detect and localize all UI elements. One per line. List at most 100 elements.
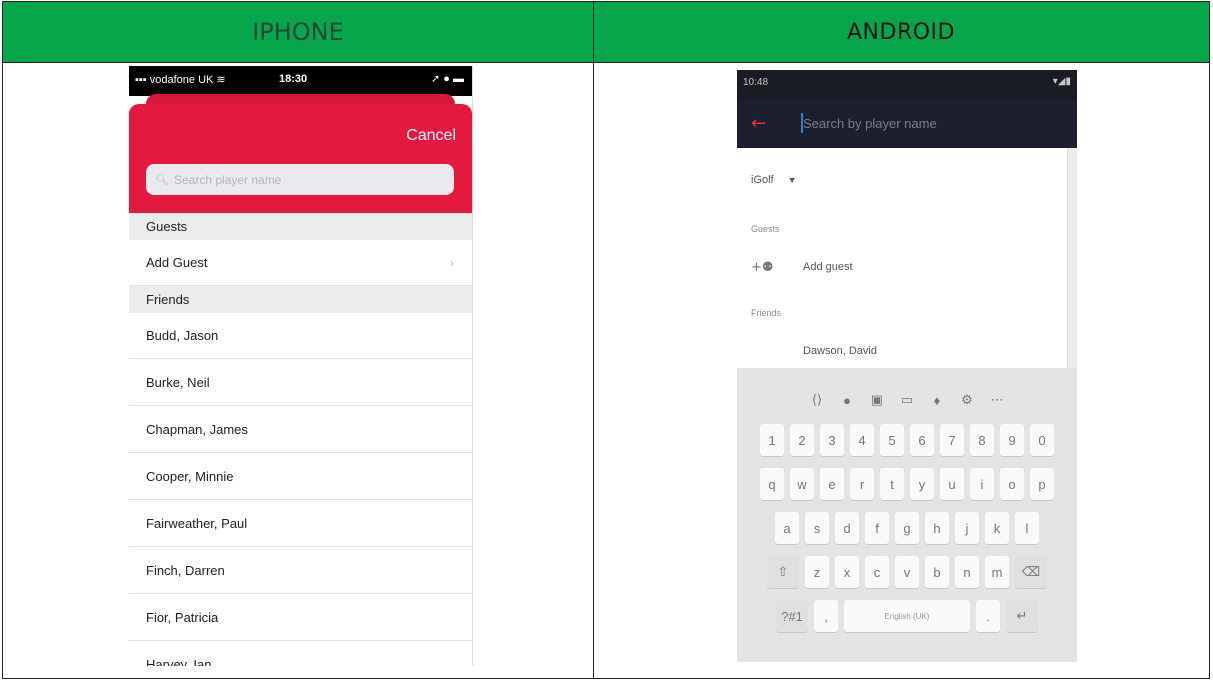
keyboard-key[interactable]: 6 (910, 424, 934, 456)
keyboard-key[interactable]: g (895, 512, 919, 544)
android-results: iGolf ▼ Guests +⚉ Add guest Friends Dawso… (737, 148, 1068, 368)
keyboard-key[interactable]: r (850, 468, 874, 500)
letter-row-3: ⇧ zxcvbnm ⌫ (737, 556, 1077, 588)
keyboard-settings-icon[interactable]: ⟨⟩ (805, 384, 829, 416)
add-guest-label: Add Guest (146, 255, 208, 270)
keyboard-key[interactable]: v (895, 556, 919, 588)
column-divider (593, 2, 594, 678)
keyboard-bottom-row: ?#1 , English (UK) . ↵ (737, 600, 1077, 632)
keyboard-key[interactable]: x (835, 556, 859, 588)
dropdown-arrow-icon: ▼ (787, 175, 797, 185)
cancel-button[interactable]: Cancel (406, 127, 456, 145)
symbols-key[interactable]: ?#1 (776, 600, 808, 632)
keyboard-key[interactable]: 7 (940, 424, 964, 456)
friend-row[interactable]: Budd, Jason (129, 313, 472, 359)
club-selected: iGolf (751, 174, 774, 186)
friend-row[interactable]: Fairweather, Paul (129, 501, 472, 547)
sticker-icon[interactable]: ● (835, 384, 859, 416)
keyboard-key[interactable]: k (985, 512, 1009, 544)
letter-row-2: asdfghjkl (737, 512, 1077, 544)
keyboard-key[interactable]: c (865, 556, 889, 588)
android-search-toolbar: ← Search by player name (737, 100, 1077, 148)
space-key[interactable]: English (UK) (844, 600, 970, 632)
friend-row[interactable]: Finch, Darren (129, 548, 472, 594)
keyboard-toolbar: ⟨⟩ ● ▣ ▭ ♦ ⚙ ⋯ (737, 384, 1077, 416)
keyboard-key[interactable]: y (910, 468, 934, 500)
keyboard-key[interactable]: m (985, 556, 1009, 588)
keyboard-key[interactable]: t (880, 468, 904, 500)
keyboard-key[interactable]: 9 (1000, 424, 1024, 456)
wifi-icon: ≋ (213, 74, 226, 86)
keyboard-key[interactable]: f (865, 512, 889, 544)
keyboard-key[interactable]: z (805, 556, 829, 588)
keyboard-key[interactable]: 8 (970, 424, 994, 456)
add-person-icon: +⚉ (751, 260, 774, 275)
keyboard-key[interactable]: d (835, 512, 859, 544)
keyboard-key[interactable]: 3 (820, 424, 844, 456)
add-guest-item[interactable]: Add guest (803, 261, 853, 273)
digit-row: 1234567890 (737, 424, 1077, 456)
keyboard-key[interactable]: 0 (1030, 424, 1054, 456)
friends-label: Friends (751, 308, 782, 318)
keyboard-key[interactable]: q (760, 468, 784, 500)
keyboard-key[interactable]: 5 (880, 424, 904, 456)
iphone-search-header: Cancel 🔍︎ Search player name (129, 104, 472, 213)
gear-icon[interactable]: ⚙ (955, 384, 979, 416)
status-time: 10:48 (743, 77, 769, 88)
keyboard-key[interactable]: s (805, 512, 829, 544)
letter-row-1: qwertyuiop (737, 468, 1077, 500)
club-dropdown[interactable]: iGolf ▼ (751, 174, 797, 186)
gif-icon[interactable]: ▣ (865, 384, 889, 416)
signal-icon: ▪▪▪ (135, 74, 150, 86)
keyboard-key[interactable]: w (790, 468, 814, 500)
keyboard-key[interactable]: p (1030, 468, 1054, 500)
search-placeholder: Search player name (173, 172, 282, 187)
keyboard-key[interactable]: 1 (760, 424, 784, 456)
battery-icon: ➚ ● ▬ (431, 73, 464, 85)
back-arrow-icon[interactable]: ← (751, 113, 766, 134)
friend-row[interactable]: Cooper, Minnie (129, 454, 472, 500)
keyboard-key[interactable]: h (925, 512, 949, 544)
android-screenshot: 10:48 ▾◢▮ ← Search by player name iGolf ▼… (737, 70, 1077, 662)
comma-key[interactable]: , (814, 600, 838, 632)
keyboard-key[interactable]: l (1015, 512, 1039, 544)
keyboard-key[interactable]: u (940, 468, 964, 500)
iphone-screenshot: ▪▪▪ vodafone UK ≋ 18:30 ➚ ● ▬ Cancel 🔍︎ … (129, 66, 473, 666)
clipboard-icon[interactable]: ▭ (895, 384, 919, 416)
android-column-header: ANDROID (593, 2, 1209, 63)
microphone-icon[interactable]: ♦ (925, 384, 949, 416)
add-guest-row[interactable]: Add Guest › (129, 240, 472, 286)
section-header-friends: Friends (129, 286, 472, 313)
period-key[interactable]: . (976, 600, 1000, 632)
carrier-label: ▪▪▪ vodafone UK ≋ (135, 74, 226, 86)
android-keyboard: ⟨⟩ ● ▣ ▭ ♦ ⚙ ⋯ 1234567890 qwertyuiop asd… (737, 368, 1077, 662)
iphone-status-bar: ▪▪▪ vodafone UK ≋ 18:30 ➚ ● ▬ (129, 66, 472, 96)
friend-row[interactable]: Burke, Neil (129, 360, 472, 406)
keyboard-key[interactable]: o (1000, 468, 1024, 500)
search-icon: 🔍︎ (155, 174, 169, 186)
keyboard-key[interactable]: e (820, 468, 844, 500)
guests-label: Guests (751, 224, 780, 234)
keyboard-key[interactable]: 2 (790, 424, 814, 456)
keyboard-key[interactable]: j (955, 512, 979, 544)
keyboard-key[interactable]: n (955, 556, 979, 588)
keyboard-key[interactable]: b (925, 556, 949, 588)
shift-key[interactable]: ⇧ (767, 556, 799, 588)
section-header-guests: Guests (129, 213, 472, 240)
friend-row[interactable]: Chapman, James (129, 407, 472, 453)
status-time: 18:30 (279, 73, 308, 85)
friend-row[interactable]: Harvey, Ian (129, 642, 472, 666)
backspace-key[interactable]: ⌫ (1015, 556, 1047, 588)
search-input[interactable]: 🔍︎ Search player name (146, 164, 454, 195)
enter-key[interactable]: ↵ (1006, 600, 1038, 632)
chevron-right-icon: › (450, 255, 454, 270)
keyboard-key[interactable]: 4 (850, 424, 874, 456)
friend-item[interactable]: Dawson, David (803, 345, 877, 357)
friend-row[interactable]: Fior, Patricia (129, 595, 472, 641)
signal-icon: ▾◢▮ (1052, 76, 1071, 87)
more-icon[interactable]: ⋯ (985, 384, 1009, 416)
android-status-bar: 10:48 ▾◢▮ (737, 70, 1077, 100)
keyboard-key[interactable]: a (775, 512, 799, 544)
keyboard-key[interactable]: i (970, 468, 994, 500)
search-input[interactable]: Search by player name (803, 116, 937, 131)
